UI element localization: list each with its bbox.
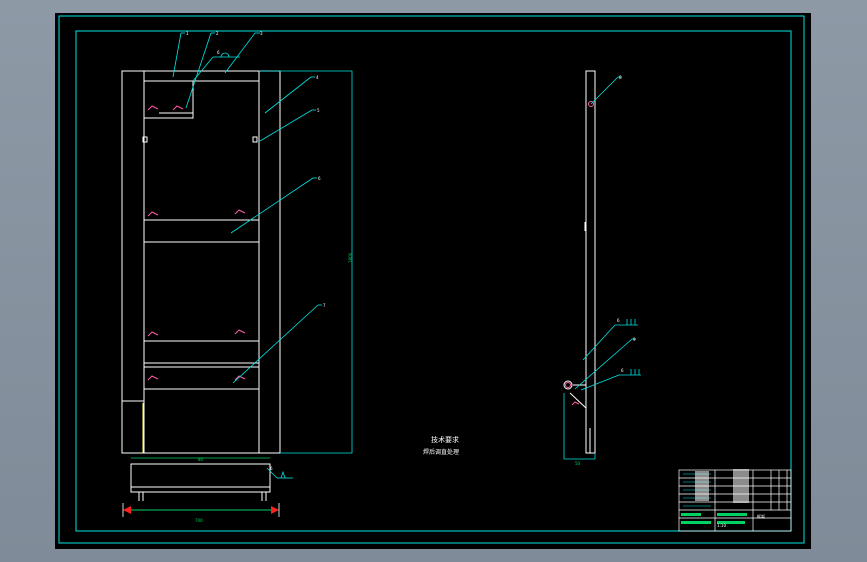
front-view: 1 2 3 4 5 6 7 6 1800 [121,31,353,454]
balloon-5: 5 [317,108,320,113]
technical-notes: 技术要求 焊后调直处理 [423,435,459,456]
side-weld-label-1: 6 [617,318,620,323]
balloon-4: 4 [316,75,319,80]
notes-heading: 技术要求 [431,435,459,444]
bottom-width-dimension: 700 [195,518,203,523]
scale-label: 1:10 [717,523,726,528]
balloon-6: 6 [318,176,321,181]
front-frame-outline [121,70,281,454]
cad-drawing: 1 2 3 4 5 6 7 6 1800 80 6 700 技术要求 焊后调直处… [58,15,805,544]
bottom-weld-label: 6 [270,466,273,471]
height-dimension: 1800 [348,252,353,263]
top-width-dimension: 80 [198,457,204,462]
balloon-2: 2 [216,31,219,36]
weld-symbol-label: 6 [217,50,220,55]
bottom-view: 80 6 700 [122,457,293,523]
front-leaders [172,32,322,384]
balloon-1: 1 [186,31,189,36]
drawing-name: 框架 [757,513,765,519]
cad-viewport[interactable]: 1 2 3 4 5 6 7 6 1800 80 6 700 技术要求 焊后调直处… [55,13,811,549]
front-balloon-labels: 1 2 3 4 5 6 7 6 [186,31,326,308]
front-envelope [259,70,353,454]
balloon-8: 8 [619,75,622,80]
side-width-dimension: 50 [575,461,581,466]
title-block: 框架 1:10 [678,469,792,532]
front-weld-marks [147,105,246,381]
side-view: 8 9 6 6 50 [563,70,641,466]
balloon-7: 7 [323,303,326,308]
side-weld-label-2: 6 [621,368,624,373]
notes-line-2: 焊后调直处理 [423,448,459,456]
balloon-3: 3 [260,31,263,36]
balloon-9: 9 [633,337,636,342]
